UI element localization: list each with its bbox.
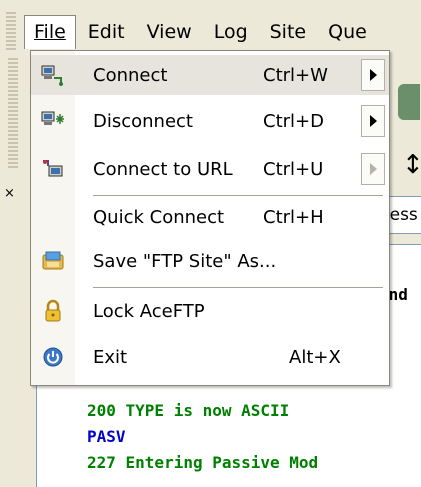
menu-item-label: Connect to URL	[93, 158, 233, 180]
exit-icon	[41, 345, 65, 369]
panel-close-icon[interactable]: ×	[4, 186, 15, 201]
menu-item-shortcut: Alt+X	[289, 346, 341, 368]
menu-file-label: File	[34, 21, 66, 43]
menu-log[interactable]: Log	[204, 15, 258, 49]
menu-site-label: Site	[269, 21, 307, 43]
menu-edit[interactable]: Edit	[78, 15, 135, 49]
aceftp-window: File Edit View Log Site Que ↕ × ress and…	[0, 0, 421, 487]
chevron-right-icon	[369, 163, 377, 175]
menu-item-lock[interactable]: Lock AceFTP	[31, 291, 389, 331]
menu-item-label: Disconnect	[93, 110, 193, 132]
menu-site[interactable]: Site	[260, 15, 316, 49]
menu-view-label: View	[146, 21, 192, 43]
menu-item-label: Lock AceFTP	[93, 300, 205, 322]
menu-item-exit[interactable]: Exit Alt+X	[31, 337, 389, 377]
menu-view[interactable]: View	[137, 15, 202, 49]
connect-url-icon	[41, 157, 65, 181]
toolbar-arrow-icon[interactable]: ↕	[402, 152, 421, 178]
submenu-arrow-box[interactable]	[361, 59, 385, 91]
menu-item-shortcut: Ctrl+U	[263, 158, 324, 180]
lock-icon	[41, 299, 65, 323]
menu-separator	[93, 287, 383, 288]
disconnect-icon	[41, 109, 65, 133]
submenu-arrow-box[interactable]	[361, 105, 385, 137]
menu-item-shortcut: Ctrl+W	[263, 64, 328, 86]
menu-item-save-site-as[interactable]: Save "FTP Site" As...	[31, 241, 389, 281]
menu-queue[interactable]: Que	[318, 15, 377, 49]
chevron-right-icon	[369, 69, 377, 81]
log-line: 200 TYPE is now ASCII	[87, 401, 290, 420]
menu-item-connect-url[interactable]: Connect to URL Ctrl+U	[31, 149, 389, 189]
menu-log-label: Log	[213, 21, 248, 43]
panel-side-strip	[0, 204, 28, 487]
menubar-grip[interactable]	[6, 12, 16, 52]
menu-file[interactable]: File	[24, 15, 76, 49]
menu-item-connect[interactable]: Connect Ctrl+W	[31, 55, 389, 95]
menu-item-shortcut: Ctrl+D	[263, 110, 324, 132]
menu-separator	[93, 195, 383, 196]
log-line: PASV	[87, 427, 126, 446]
submenu-arrow-box[interactable]	[361, 153, 385, 185]
menu-queue-label: Que	[328, 21, 367, 43]
connect-icon	[41, 63, 65, 87]
menu-item-label: Exit	[93, 346, 128, 368]
chevron-right-icon	[369, 115, 377, 127]
menu-item-quick-connect[interactable]: Quick Connect Ctrl+H	[31, 197, 389, 237]
log-line: 227 Entering Passive Mod	[87, 453, 319, 472]
save-site-icon	[41, 249, 65, 273]
menu-item-label: Save "FTP Site" As...	[93, 250, 277, 272]
toolbar-grip[interactable]	[8, 58, 18, 168]
menu-bar: File Edit View Log Site Que	[0, 10, 421, 54]
title-strip	[0, 0, 421, 10]
file-menu-dropdown: Connect Ctrl+W Disconnect Ctrl+D Connect…	[30, 50, 390, 386]
menu-item-shortcut: Ctrl+H	[263, 206, 324, 228]
toolbar-partial-icon[interactable]	[398, 84, 420, 120]
menu-item-label: Quick Connect	[93, 206, 225, 228]
menu-item-disconnect[interactable]: Disconnect Ctrl+D	[31, 101, 389, 141]
menu-edit-label: Edit	[87, 21, 125, 43]
menu-item-label: Connect	[93, 64, 168, 86]
